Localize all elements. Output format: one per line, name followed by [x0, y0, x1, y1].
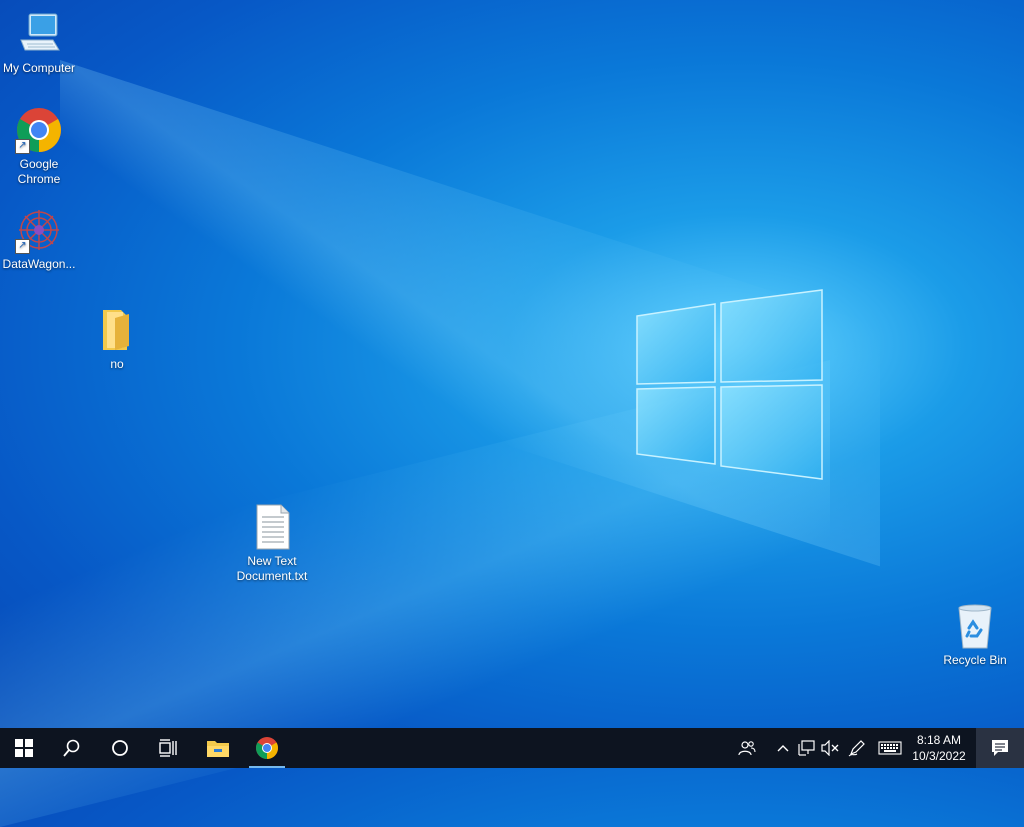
chrome-icon: [256, 737, 278, 759]
datawagon-icon: ↗: [15, 206, 63, 254]
task-view-icon: [159, 739, 177, 757]
desktop-icon-label: Recycle Bin: [943, 653, 1007, 667]
taskbar-clock[interactable]: 8:18 AM 10/3/2022: [910, 732, 968, 764]
desktop-icon-recycle-bin[interactable]: Recycle Bin: [936, 602, 1014, 668]
clock-date: 10/3/2022: [912, 749, 966, 763]
desktop-icon-label: My Computer: [2, 61, 76, 75]
volume-muted-icon: [821, 740, 839, 756]
desktop-icon-folder-no[interactable]: no: [78, 306, 156, 372]
desktop-icon-new-text-document[interactable]: New Text Document.txt: [233, 503, 311, 584]
start-button[interactable]: [0, 728, 48, 768]
pen-icon: [848, 740, 865, 757]
text-file-icon: [248, 503, 296, 551]
shortcut-arrow-icon: ↗: [15, 139, 30, 154]
notification-icon: [992, 740, 1008, 756]
chrome-taskbar-button[interactable]: [243, 728, 291, 768]
pen-workspace-button[interactable]: [846, 728, 868, 768]
task-view-button[interactable]: [144, 728, 192, 768]
show-hidden-icons-button[interactable]: [774, 728, 792, 768]
action-center-button[interactable]: [976, 728, 1024, 768]
desktop-icon-label: no: [110, 357, 124, 371]
computer-icon: [15, 10, 63, 58]
network-icon: [798, 740, 815, 756]
chevron-up-icon: [777, 745, 789, 752]
file-explorer-icon: [207, 741, 229, 757]
chrome-icon: ↗: [15, 106, 63, 154]
cortana-button[interactable]: [96, 728, 144, 768]
desktop-icon-label: DataWagon...: [2, 257, 76, 271]
volume-button[interactable]: [820, 728, 840, 768]
shortcut-arrow-icon: ↗: [15, 239, 30, 254]
folder-icon: [93, 306, 141, 354]
windows-logo-wallpaper: [636, 289, 823, 480]
desktop-icon-label: New Text Document.txt: [236, 554, 308, 583]
desktop-icon-google-chrome[interactable]: ↗ Google Chrome: [0, 106, 78, 187]
people-icon: [738, 741, 756, 756]
cortana-circle-icon: [112, 740, 128, 756]
windows-start-icon: [15, 739, 33, 757]
file-explorer-button[interactable]: [194, 728, 242, 768]
search-icon: [63, 739, 80, 757]
search-button[interactable]: [48, 728, 96, 768]
desktop-icon-my-computer[interactable]: My Computer: [0, 10, 78, 76]
touch-keyboard-button[interactable]: [876, 728, 904, 768]
keyboard-icon: [878, 741, 902, 755]
recycle-bin-icon: [951, 602, 999, 650]
network-button[interactable]: [796, 728, 818, 768]
people-button[interactable]: [734, 728, 760, 768]
clock-time: 8:18 AM: [916, 733, 962, 747]
taskbar: 8:18 AM 10/3/2022: [0, 728, 1024, 768]
desktop-icon-label: Google Chrome: [17, 157, 61, 186]
desktop-icon-datawagon[interactable]: ↗ DataWagon...: [0, 206, 78, 272]
